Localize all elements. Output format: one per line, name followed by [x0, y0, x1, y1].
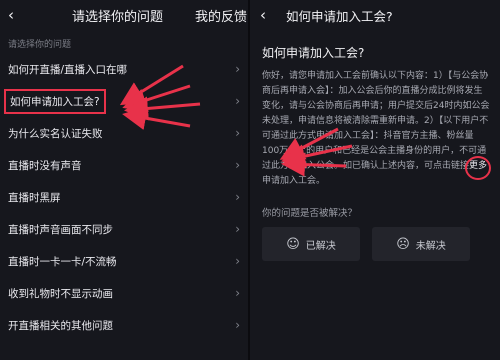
back-icon[interactable]: ‹ — [260, 6, 276, 24]
unresolved-button[interactable]: ☹ 未解决 — [372, 227, 470, 261]
chevron-right-icon: › — [235, 158, 240, 172]
chevron-right-icon: › — [235, 318, 240, 332]
smile-icon: ☺ — [286, 236, 300, 252]
frown-icon: ☹ — [396, 236, 410, 252]
more-link-wrap: 更多 — [465, 156, 492, 180]
feedback-buttons: ☺ 已解决 ☹ 未解决 — [250, 227, 500, 261]
list-item[interactable]: 收到礼物时不显示动画 › — [0, 277, 248, 309]
question-title: 如何申请加入工会? — [262, 46, 365, 60]
list-item[interactable]: 直播时黑屏 › — [0, 181, 248, 213]
chevron-right-icon: › — [235, 190, 240, 204]
chevron-right-icon: › — [235, 126, 240, 140]
right-panel: ‹ 如何申请加入工会? 如何申请加入工会? 你好，请您申请加入工会前确认以下内容… — [250, 0, 500, 360]
page-title: 请选择你的问题 — [72, 9, 164, 25]
resolved-question: 你的问题是否被解决？ — [262, 208, 358, 219]
list-item[interactable]: 为什么实名认证失败 › — [0, 117, 248, 149]
left-header: ‹ 请选择你的问题 我的反馈 — [0, 0, 248, 30]
chevron-right-icon: › — [235, 222, 240, 236]
list-item[interactable]: 直播时声音画面不同步 › — [0, 213, 248, 245]
right-header: ‹ 如何申请加入工会? — [250, 0, 500, 30]
answer-text: 你好，请您申请加入工会前确认以下内容：1）【与公会协商后再申请入会】：加入公会后… — [262, 71, 492, 186]
chevron-right-icon: › — [235, 254, 240, 268]
back-icon[interactable]: ‹ — [8, 6, 24, 24]
list-item[interactable]: 如何开直播/直播入口在哪 › — [0, 53, 248, 85]
annotation-circle — [465, 156, 492, 180]
my-feedback-link[interactable]: 我的反馈 — [195, 6, 247, 25]
chevron-right-icon: › — [235, 286, 240, 300]
chevron-right-icon: › — [235, 94, 240, 108]
list-item[interactable]: 直播时没有声音 › — [0, 149, 248, 181]
list-item[interactable]: 开直播相关的其他问题 › — [0, 309, 248, 341]
list-item[interactable]: 直播时一卡一卡/不流畅 › — [0, 245, 248, 277]
list-item[interactable]: 如何申请加入工会? › — [0, 85, 248, 117]
resolved-button[interactable]: ☺ 已解决 — [262, 227, 360, 261]
chevron-right-icon: › — [235, 62, 240, 76]
page-title: 如何申请加入工会? — [286, 8, 393, 24]
section-label: 请选择你的问题 — [8, 40, 72, 50]
left-panel: ‹ 请选择你的问题 我的反馈 请选择你的问题 如何开直播/直播入口在哪 › 如何申… — [0, 0, 248, 360]
